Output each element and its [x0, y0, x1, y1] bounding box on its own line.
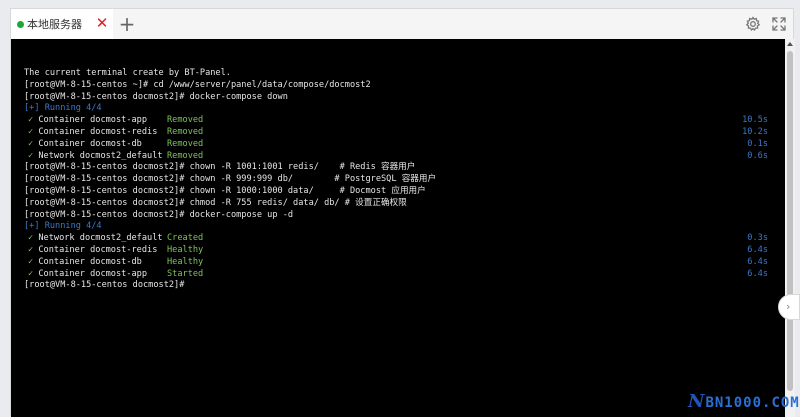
- terminal-prompt[interactable]: [root@VM-8-15-centos docmost2]#: [24, 280, 764, 292]
- terminal-line: ✓ Network docmost2_default Removed 0.6s: [24, 151, 768, 163]
- resource-status: Removed: [167, 150, 204, 161]
- terminal-line: [+] Running 4/4: [24, 221, 764, 233]
- watermark-initial: N: [688, 391, 706, 412]
- running-status: [+] Running 4/4: [24, 103, 102, 114]
- check-icon: ✓: [28, 115, 34, 126]
- resource-name: Container docmost-app: [38, 115, 148, 126]
- resource-name: Container docmost-db: [38, 138, 142, 149]
- resource-name: Network docmost2_default: [38, 233, 163, 244]
- resource-status: Removed: [167, 126, 204, 137]
- watermark: NBN1000.COM: [688, 391, 800, 412]
- resource-time: 6.4s: [747, 268, 768, 279]
- watermark-text: BN1000.COM: [705, 395, 800, 411]
- resource-status: Removed: [167, 138, 204, 149]
- resource-name: Container docmost-redis: [38, 244, 158, 255]
- check-icon: ✓: [28, 138, 34, 149]
- terminal-line: [root@VM-8-15-centos docmost2]# chown -R…: [24, 185, 426, 196]
- terminal-line: ✓ Container docmost-db Removed 0.1s: [24, 139, 768, 151]
- running-status: [+] Running 4/4: [24, 221, 102, 232]
- check-icon: ✓: [28, 244, 34, 255]
- resource-name: Container docmost-app: [38, 268, 148, 279]
- tab-bar: 本地服务器 ✕ +: [11, 9, 793, 39]
- terminal-line: ✓ Container docmost-app Started 6.4s: [24, 269, 768, 281]
- resource-status: Created: [167, 233, 204, 244]
- terminal-line: [root@VM-8-15-centos ~]# cd /www/server/…: [24, 79, 371, 90]
- plus-icon[interactable]: +: [117, 13, 137, 35]
- terminal-window: 本地服务器 ✕ + The current terminal create by…: [10, 8, 795, 417]
- resource-time: 0.6s: [747, 150, 768, 161]
- check-icon: ✓: [28, 233, 34, 244]
- resource-name: Container docmost-redis: [38, 126, 158, 137]
- terminal-line: ✓ Container docmost-redis Healthy 6.4s: [24, 245, 768, 257]
- close-icon[interactable]: ✕: [95, 16, 109, 31]
- side-panel-handle[interactable]: ›: [778, 294, 800, 320]
- resource-name: Container docmost-db: [38, 256, 142, 267]
- terminal-line: ✓ Network docmost2_default Created 0.3s: [24, 233, 768, 245]
- terminal-line: [root@VM-8-15-centos docmost2]# docker-c…: [24, 209, 294, 220]
- check-icon: ✓: [28, 268, 34, 279]
- resource-time: 10.5s: [742, 115, 768, 126]
- fullscreen-icon[interactable]: [771, 16, 787, 32]
- resource-status: Started: [167, 268, 204, 279]
- terminal-line: The current terminal create by BT-Panel.: [24, 68, 231, 78]
- terminal-line: ✓ Container docmost-app Removed 10.5s: [24, 115, 768, 127]
- terminal-line: [root@VM-8-15-centos docmost2]# chmod -R…: [24, 197, 407, 208]
- check-icon: ✓: [28, 256, 34, 267]
- tab-label: 本地服务器: [27, 18, 82, 31]
- terminal-line: [root@VM-8-15-centos docmost2]# chown -R…: [24, 162, 416, 173]
- resource-time: 0.1s: [747, 138, 768, 149]
- resource-time: 6.4s: [747, 244, 768, 255]
- terminal-line: [root@VM-8-15-centos docmost2]# docker-c…: [24, 91, 288, 102]
- status-dot-icon: [17, 20, 24, 28]
- gear-icon[interactable]: [745, 16, 761, 32]
- terminal-lines: The current terminal create by BT-Panel.…: [24, 68, 768, 292]
- terminal-line: [+] Running 4/4: [24, 103, 764, 115]
- resource-time: 0.3s: [747, 233, 768, 244]
- chevron-right-icon: ›: [786, 300, 791, 313]
- resource-status: Removed: [167, 115, 204, 126]
- check-icon: ✓: [28, 126, 34, 137]
- scroll-up-icon[interactable]: [787, 42, 793, 46]
- resource-status: Healthy: [167, 244, 204, 255]
- terminal-line: ✓ Container docmost-redis Removed 10.2s: [24, 127, 768, 139]
- tab-local-server[interactable]: 本地服务器 ✕: [11, 9, 113, 39]
- check-icon: ✓: [28, 150, 34, 161]
- resource-status: Healthy: [167, 256, 204, 267]
- resource-name: Network docmost2_default: [38, 150, 163, 161]
- resource-time: 10.2s: [742, 126, 768, 137]
- terminal-line: [root@VM-8-15-centos docmost2]# chown -R…: [24, 174, 437, 185]
- terminal-line: ✓ Container docmost-db Healthy 6.4s: [24, 257, 768, 269]
- terminal-scrollbar[interactable]: [785, 39, 795, 417]
- resource-time: 6.4s: [747, 256, 768, 267]
- terminal-output[interactable]: The current terminal create by BT-Panel.…: [11, 39, 785, 417]
- scroll-thumb[interactable]: [787, 51, 793, 391]
